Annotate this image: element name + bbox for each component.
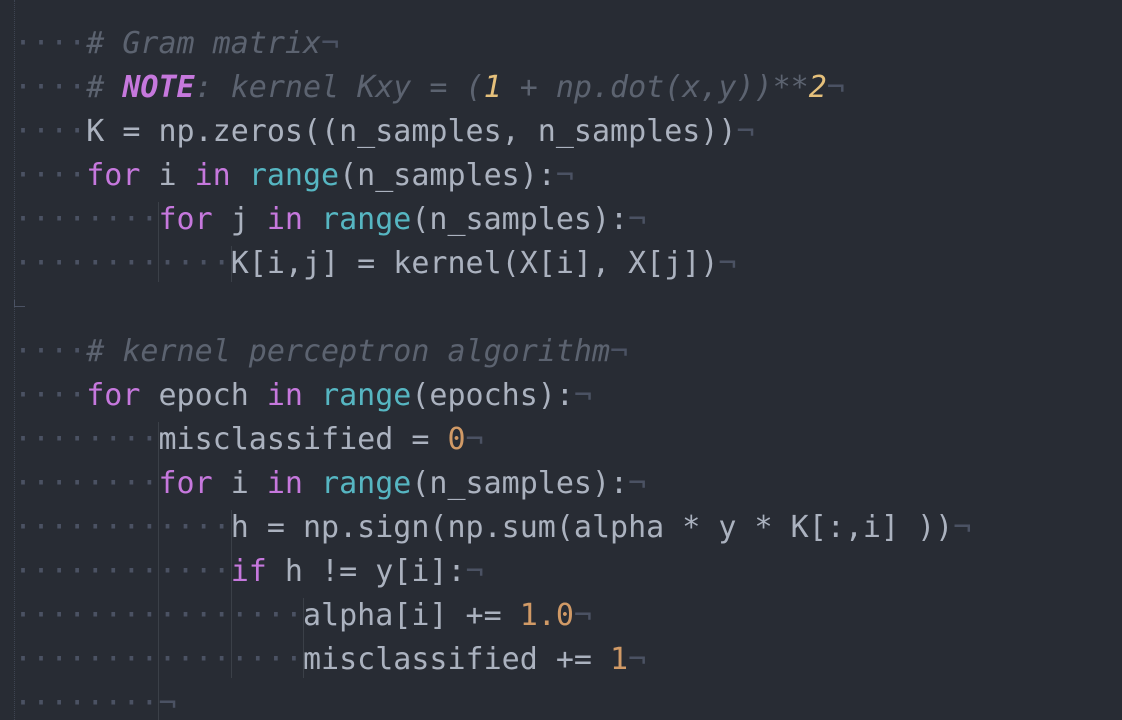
indent-whitespace: ···· [14, 334, 87, 369]
indent-guide [230, 246, 232, 282]
code-token-comment: # Gram matrix [86, 26, 322, 61]
code-token-plain: h = np.sign(np.sum(alpha * y * K[:,i] )) [230, 510, 954, 545]
code-token-number: 1 [610, 642, 629, 677]
code-line[interactable]: ····# NOTE: kernel Kxy = (1 + np.dot(x,y… [14, 66, 845, 110]
indent-whitespace: ···· [14, 158, 87, 193]
indent-whitespace: ········ [14, 422, 159, 457]
code-token-builtin: range [321, 378, 412, 413]
end-of-line-marker: ¬ [555, 158, 574, 193]
code-token-cnum: 1 [483, 70, 502, 105]
end-of-line-marker: ¬ [826, 70, 845, 105]
code-token-keyword: if [230, 554, 267, 589]
end-of-line-marker: ¬ [953, 510, 972, 545]
code-token-plain: epoch [140, 378, 267, 413]
code-line[interactable]: ····# Gram matrix¬ [14, 22, 339, 66]
indent-whitespace: ···· [14, 26, 87, 61]
code-line[interactable]: ········¬ [14, 682, 177, 720]
code-line[interactable]: ····for i in range(n_samples):¬ [14, 154, 574, 198]
code-token-keyword: in [266, 378, 303, 413]
blank-line-marker [14, 300, 25, 307]
code-line[interactable]: ····for epoch in range(epochs):¬ [14, 374, 592, 418]
indent-whitespace: ···· [14, 70, 87, 105]
code-token-comment: # [86, 70, 123, 105]
code-token-keyword: in [266, 466, 303, 501]
end-of-line-marker: ¬ [158, 686, 177, 720]
code-line[interactable]: ············K[i,j] = kernel(X[i], X[j])¬ [14, 242, 736, 286]
end-of-line-marker: ¬ [610, 334, 629, 369]
end-of-line-marker: ¬ [628, 642, 647, 677]
code-token-keyword: in [194, 158, 231, 193]
code-token-plain: (n_samples): [411, 202, 629, 237]
code-token-plain: (n_samples): [411, 466, 629, 501]
end-of-line-marker: ¬ [465, 554, 484, 589]
code-token-plain: i [140, 158, 195, 193]
end-of-line-marker: ¬ [573, 598, 592, 633]
end-of-line-marker: ¬ [465, 422, 484, 457]
end-of-line-marker: ¬ [736, 114, 755, 149]
code-token-plain: (epochs): [411, 378, 574, 413]
end-of-line-marker: ¬ [321, 26, 340, 61]
code-token-comment: # kernel perceptron algorithm [86, 334, 611, 369]
indent-whitespace: ···· [14, 114, 87, 149]
code-token-keyword: in [266, 202, 303, 237]
end-of-line-marker: ¬ [628, 466, 647, 501]
code-token-plain: misclassified = [158, 422, 448, 457]
code-token-builtin: range [321, 466, 412, 501]
end-of-line-marker: ¬ [573, 378, 592, 413]
indent-whitespace: ········ [14, 686, 159, 720]
code-token-plain: misclassified += [302, 642, 611, 677]
indent-whitespace: ············ [14, 554, 231, 589]
code-token-comment: : kernel Kxy = ( [194, 70, 484, 105]
code-token-comment: + np.dot(x,y))** [501, 70, 809, 105]
code-token-plain: K = np.zeros((n_samples, n_samples)) [86, 114, 737, 149]
indent-guide [230, 510, 232, 678]
indent-guide [158, 422, 160, 720]
code-token-keyword: for [158, 202, 213, 237]
code-token-plain: (n_samples): [339, 158, 556, 193]
code-token-builtin: range [248, 158, 340, 193]
code-token-plain: K[i,j] = kernel(X[i], X[j]) [230, 246, 719, 281]
code-line[interactable]: ········for i in range(n_samples):¬ [14, 462, 646, 506]
code-token-plain: alpha[i] += [302, 598, 520, 633]
indent-whitespace: ········ [14, 202, 159, 237]
indent-guide [158, 202, 160, 282]
code-line[interactable]: ····# kernel perceptron algorithm¬ [14, 330, 628, 374]
indent-whitespace: ···· [14, 378, 87, 413]
code-editor[interactable]: ····# Gram matrix¬ ····# NOTE: kernel Kxy… [0, 0, 1122, 720]
code-line[interactable]: ····K = np.zeros((n_samples, n_samples))… [14, 110, 755, 154]
code-token-keyword: for [86, 378, 141, 413]
code-token-plain: j [212, 202, 267, 237]
code-token-plain: h != y[i]: [266, 554, 466, 589]
code-token-cnum: 2 [808, 70, 827, 105]
code-line[interactable]: ········misclassified = 0¬ [14, 418, 484, 462]
end-of-line-marker: ¬ [628, 202, 647, 237]
code-token-keyword: for [86, 158, 141, 193]
code-token-plain: i [212, 466, 267, 501]
code-token-note: NOTE [122, 70, 195, 105]
code-token-number: 1.0 [519, 598, 574, 633]
code-line[interactable]: ················misclassified += 1¬ [14, 638, 646, 682]
code-token-number: 0 [447, 422, 466, 457]
indent-whitespace: ············ [14, 510, 231, 545]
code-line[interactable]: ············if h != y[i]:¬ [14, 550, 484, 594]
code-line[interactable]: ········for j in range(n_samples):¬ [14, 198, 646, 242]
end-of-line-marker: ¬ [718, 246, 737, 281]
code-token-builtin: range [321, 202, 412, 237]
indent-guide [302, 598, 304, 678]
code-token-keyword: for [158, 466, 213, 501]
indent-whitespace: ············ [14, 246, 231, 281]
indent-whitespace: ········ [14, 466, 159, 501]
